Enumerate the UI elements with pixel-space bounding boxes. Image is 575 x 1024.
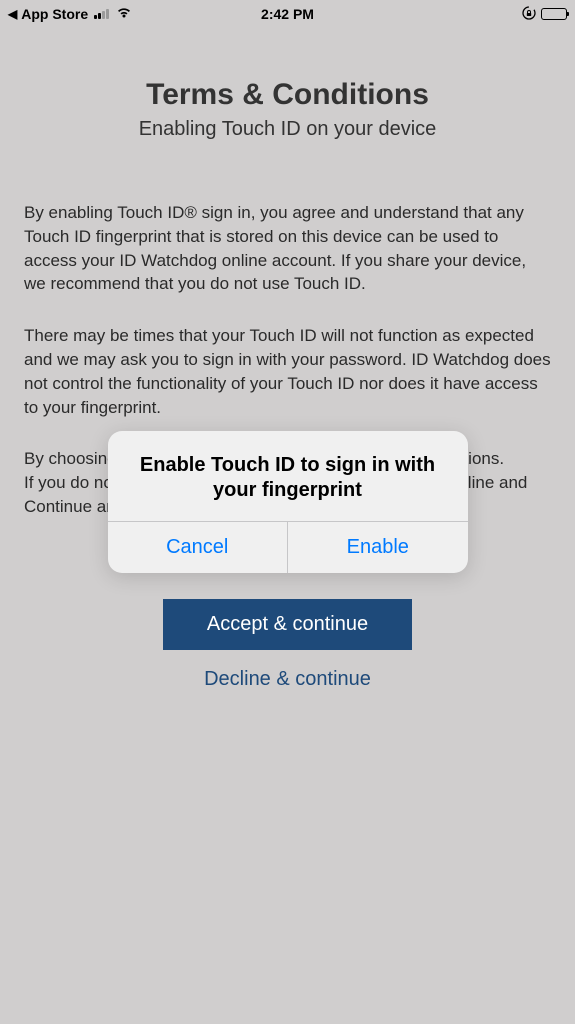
- dialog-buttons: Cancel Enable: [108, 521, 468, 573]
- wifi-icon: [116, 6, 132, 22]
- decline-continue-button[interactable]: Decline & continue: [204, 668, 371, 691]
- status-time: 2:42 PM: [261, 6, 314, 22]
- page-subtitle: Enabling Touch ID on your device: [24, 118, 551, 141]
- main-content: Terms & Conditions Enabling Touch ID on …: [0, 28, 575, 691]
- cellular-signal-icon: [94, 9, 109, 19]
- back-arrow-icon[interactable]: ◀: [8, 7, 17, 21]
- battery-icon: [541, 8, 567, 20]
- touch-id-dialog: Enable Touch ID to sign in with your fin…: [108, 431, 468, 573]
- status-right: [521, 5, 567, 24]
- enable-button[interactable]: Enable: [288, 522, 468, 573]
- back-app-label[interactable]: App Store: [21, 6, 88, 22]
- page-title: Terms & Conditions: [24, 78, 551, 112]
- status-bar: ◀ App Store 2:42 PM: [0, 0, 575, 28]
- cancel-button[interactable]: Cancel: [108, 522, 289, 573]
- status-left: ◀ App Store: [8, 6, 132, 22]
- terms-paragraph-1: By enabling Touch ID® sign in, you agree…: [24, 201, 551, 296]
- orientation-lock-icon: [521, 5, 537, 24]
- terms-paragraph-2: There may be times that your Touch ID wi…: [24, 324, 551, 419]
- button-area: Accept & continue Decline & continue: [24, 599, 551, 691]
- accept-continue-button[interactable]: Accept & continue: [163, 599, 412, 650]
- dialog-title: Enable Touch ID to sign in with your fin…: [108, 431, 468, 521]
